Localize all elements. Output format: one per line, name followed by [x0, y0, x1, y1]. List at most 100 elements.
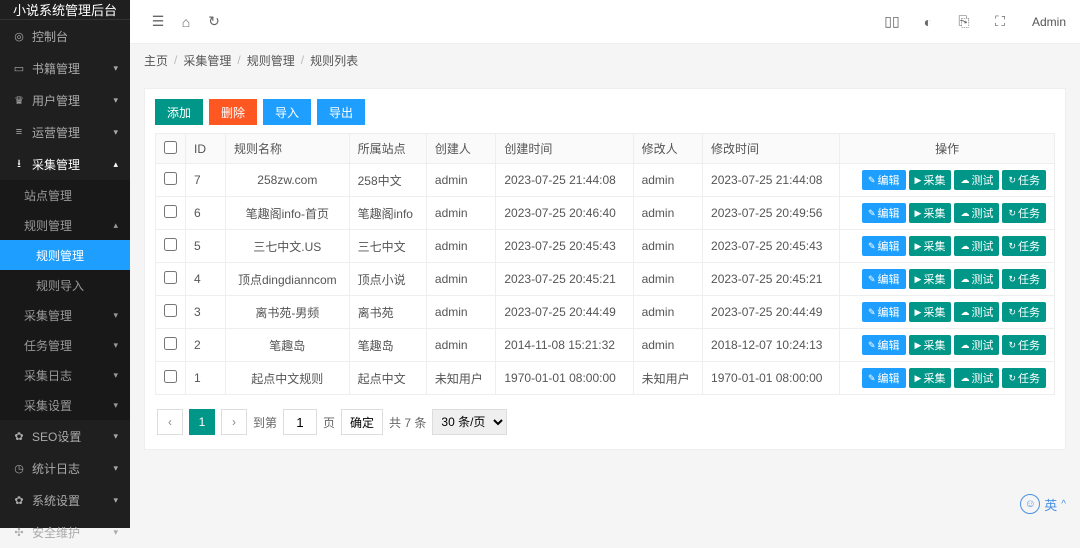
add-button[interactable]: 添加 [155, 99, 203, 125]
note-icon[interactable]: ⎘ [950, 8, 978, 36]
pager-next[interactable]: › [221, 409, 247, 435]
task-button[interactable]: ↻任务 [1002, 269, 1046, 289]
collect-button[interactable]: ▶采集 [909, 269, 952, 289]
collect-button[interactable]: ▶采集 [909, 170, 952, 190]
sidebar-sub-任务管理[interactable]: 任务管理▾ [0, 330, 130, 360]
ime-float[interactable]: ☺ 英 ^ [1020, 494, 1066, 514]
edit-button[interactable]: ✎编辑 [862, 335, 906, 355]
pager-prev[interactable]: ‹ [157, 409, 183, 435]
cell-modified: 2023-07-25 20:49:56 [703, 197, 840, 230]
edit-button[interactable]: ✎编辑 [862, 170, 906, 190]
test-button[interactable]: ☁测试 [954, 335, 999, 355]
sidebar-sub-采集设置[interactable]: 采集设置▾ [0, 390, 130, 420]
edit-button[interactable]: ✎编辑 [862, 236, 906, 256]
test-button[interactable]: ☁测试 [954, 236, 999, 256]
home-icon[interactable]: ⌂ [172, 8, 200, 36]
cell-creator: admin [426, 164, 495, 197]
sidebar-sub-规则管理[interactable]: 规则管理▴ [0, 210, 130, 240]
cell-ops: ✎编辑 ▶采集 ☁测试 ↻任务 [840, 164, 1055, 197]
import-button[interactable]: 导入 [263, 99, 311, 125]
task-button[interactable]: ↻任务 [1002, 203, 1046, 223]
sidebar-sub-采集管理[interactable]: 采集管理▾ [0, 300, 130, 330]
pager-per-page-select[interactable]: 30 条/页 [432, 409, 507, 435]
table-header: 创建人 [426, 134, 495, 164]
row-checkbox[interactable] [164, 304, 177, 317]
test-button[interactable]: ☁测试 [954, 203, 999, 223]
cell-created: 2023-07-25 21:44:08 [496, 164, 633, 197]
collect-button[interactable]: ▶采集 [909, 335, 952, 355]
cell-modified: 2023-07-25 20:44:49 [703, 296, 840, 329]
pager-page-1[interactable]: 1 [189, 409, 215, 435]
edit-button[interactable]: ✎编辑 [862, 368, 906, 388]
sidebar-sub2-规则导入[interactable]: 规则导入 [0, 270, 130, 300]
cell-name: 顶点dingdianncom [226, 263, 350, 296]
sidebar-item-安全维护[interactable]: ✣安全维护▾ [0, 516, 130, 548]
row-checkbox[interactable] [164, 337, 177, 350]
sidebar-item-用户管理[interactable]: ♛用户管理▾ [0, 84, 130, 116]
sidebar-sub-站点管理[interactable]: 站点管理 [0, 180, 130, 210]
menu-icon: ⭳ [12, 155, 26, 174]
edit-button[interactable]: ✎编辑 [862, 203, 906, 223]
sidebar: 小说系统管理后台 ◎控制台▭书籍管理▾♛用户管理▾≡运营管理▾⭳采集管理▴站点管… [0, 0, 130, 528]
play-icon: ▶ [915, 340, 922, 351]
collect-button[interactable]: ▶采集 [909, 236, 952, 256]
user-menu[interactable]: Admin [1032, 15, 1066, 29]
collect-button[interactable]: ▶采集 [909, 302, 952, 322]
sidebar-item-系统设置[interactable]: ✿系统设置▾ [0, 484, 130, 516]
cell-site: 笔趣阁info [349, 197, 426, 230]
row-checkbox[interactable] [164, 238, 177, 251]
cloud-icon: ☁ [960, 340, 969, 351]
refresh-icon: ↻ [1008, 241, 1016, 252]
cell-name: 三七中文.US [226, 230, 350, 263]
edit-button[interactable]: ✎编辑 [862, 302, 906, 322]
task-button[interactable]: ↻任务 [1002, 335, 1046, 355]
row-checkbox[interactable] [164, 172, 177, 185]
sidebar-item-运营管理[interactable]: ≡运营管理▾ [0, 116, 130, 148]
task-button[interactable]: ↻任务 [1002, 170, 1046, 190]
sidebar-item-控制台[interactable]: ◎控制台 [0, 20, 130, 52]
play-icon: ▶ [915, 373, 922, 384]
collect-button[interactable]: ▶采集 [909, 368, 952, 388]
notebook-icon[interactable]: ▯▯ [878, 8, 906, 36]
pager-page-input[interactable] [283, 409, 317, 435]
sidebar-sub2-规则管理[interactable]: 规则管理 [0, 240, 130, 270]
sidebar-item-采集管理[interactable]: ⭳采集管理▴ [0, 148, 130, 180]
task-button[interactable]: ↻任务 [1002, 368, 1046, 388]
sidebar-sub-采集日志[interactable]: 采集日志▾ [0, 360, 130, 390]
test-button[interactable]: ☁测试 [954, 302, 999, 322]
sidebar-item-SEO设置[interactable]: ✿SEO设置▾ [0, 420, 130, 452]
pager-page-label: 页 [323, 414, 335, 431]
chevron-icon: ▾ [113, 127, 118, 138]
collect-button[interactable]: ▶采集 [909, 203, 952, 223]
row-checkbox[interactable] [164, 271, 177, 284]
breadcrumb-item[interactable]: 规则管理 [247, 52, 295, 69]
sidebar-item-统计日志[interactable]: ◷统计日志▾ [0, 452, 130, 484]
table-row: 6 笔趣阁info-首页 笔趣阁info admin 2023-07-25 20… [156, 197, 1055, 230]
menu-icon: ✿ [12, 430, 26, 443]
sidebar-item-书籍管理[interactable]: ▭书籍管理▾ [0, 52, 130, 84]
select-all-checkbox[interactable] [164, 141, 177, 154]
chevron-icon: ▴ [113, 220, 118, 231]
edit-button[interactable]: ✎编辑 [862, 269, 906, 289]
export-button[interactable]: 导出 [317, 99, 365, 125]
pager-go-button[interactable]: 确定 [341, 409, 383, 435]
test-button[interactable]: ☁测试 [954, 368, 999, 388]
breadcrumb-item[interactable]: 主页 [144, 52, 168, 69]
theme-icon[interactable]: ◐ [914, 8, 942, 36]
sidebar-item-label: 统计日志 [32, 460, 80, 477]
test-button[interactable]: ☁测试 [954, 170, 999, 190]
pencil-icon: ✎ [868, 307, 876, 318]
task-button[interactable]: ↻任务 [1002, 302, 1046, 322]
fullscreen-icon[interactable]: ⛶ [986, 8, 1014, 36]
task-button[interactable]: ↻任务 [1002, 236, 1046, 256]
sidebar-sub-label: 规则管理 [36, 247, 84, 264]
row-checkbox[interactable] [164, 205, 177, 218]
menu-toggle-icon[interactable]: ☰ [144, 8, 172, 36]
chevron-icon: ▴ [113, 159, 118, 170]
refresh-icon[interactable]: ↻ [200, 8, 228, 36]
breadcrumb-item[interactable]: 采集管理 [183, 52, 231, 69]
delete-button[interactable]: 删除 [209, 99, 257, 125]
row-checkbox[interactable] [164, 370, 177, 383]
test-button[interactable]: ☁测试 [954, 269, 999, 289]
refresh-icon: ↻ [1008, 307, 1016, 318]
